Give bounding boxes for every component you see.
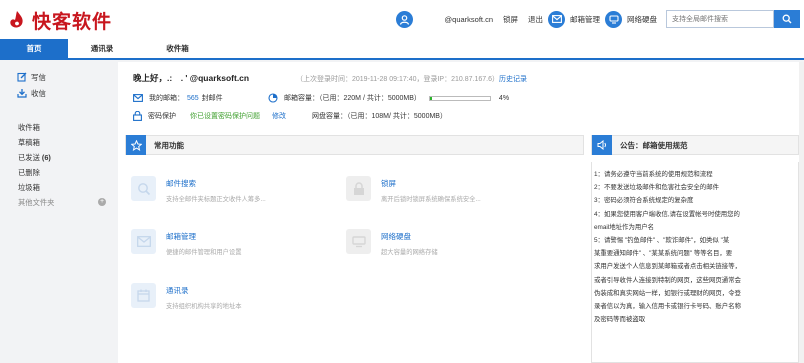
disk-label: 网盘容量：（已用：108M/ 共计：5000MB） <box>312 113 447 120</box>
logo-text: 快客软件 <box>32 10 113 33</box>
tab-contacts[interactable]: 通讯录 <box>68 39 136 58</box>
logout-link[interactable]: 退出 <box>528 14 543 25</box>
notice-body: 1：请务必遵守当前系统的使用规范和流程 2：不要发送垃圾邮件和危害社会安全的邮件… <box>591 162 799 363</box>
header: 快客软件 @quarksoft.cn 锁屏 退出 邮箱管理 网络硬盘 <box>0 0 804 39</box>
functions-header: 常用功能 <box>125 135 584 155</box>
lock-icon <box>346 176 371 201</box>
capacity-bar-fill <box>429 96 433 100</box>
sidebar: 写信 收信 收件箱 草稿箱 已发送 (6) 已删除 垃圾箱 其他文件夹 + <box>0 62 118 363</box>
receive-icon <box>17 89 27 98</box>
history-link[interactable]: 历史记录 <box>499 76 527 83</box>
func-contacts[interactable]: 通讯录支持组织机构共享的地址本 <box>131 283 242 310</box>
logo[interactable]: 快客软件 <box>6 8 113 33</box>
receive-label: 收信 <box>31 88 46 98</box>
netdisk-icon[interactable] <box>605 10 622 28</box>
func-desc: 超大容量的网络存储 <box>381 249 438 256</box>
notice-header: 公告：邮箱使用规范 <box>591 135 799 155</box>
notice-line: 录者信以为真，输入信用卡或银行卡号码、账户名称 <box>594 303 741 311</box>
func-netdisk[interactable]: 网络硬盘超大容量的网络存储 <box>346 229 438 256</box>
notice-line: 3：密码必须符合系统规定的复杂度 <box>594 197 694 205</box>
compose-icon <box>17 72 27 82</box>
mailbox-label: 我的邮箱： <box>149 95 184 102</box>
func-mail-admin[interactable]: 邮箱管理便捷的邮件管理和用户设置 <box>131 229 242 256</box>
disk-row: 网盘容量：（已用：108M/ 共计：5000MB） <box>312 111 447 121</box>
folder-spam[interactable]: 垃圾箱 <box>0 180 118 195</box>
user-icon[interactable] <box>395 10 413 28</box>
compose-button[interactable]: 写信 <box>0 69 118 85</box>
search-button[interactable] <box>774 10 800 28</box>
notice-line: 及密码等而被盗取 <box>594 316 646 324</box>
folder-sent-label: 已发送 <box>18 153 40 162</box>
mail-icon[interactable] <box>548 10 565 28</box>
pie-chart-icon <box>268 93 278 103</box>
star-icon <box>126 135 146 155</box>
capacity-row: 邮箱容量：（已用：220M / 共计：5000MB） 4% <box>268 93 509 103</box>
add-folder-icon[interactable]: + <box>98 198 106 206</box>
folder-sent[interactable]: 已发送 (6) <box>0 150 118 165</box>
password-modify-link[interactable]: 修改 <box>272 111 286 121</box>
folder-other-label: 其他文件夹 <box>18 198 55 207</box>
tab-inbox[interactable]: 收件箱 <box>136 39 219 58</box>
func-desc: 支持组织机构共享的地址本 <box>166 303 242 310</box>
notice-line: 5：请警惕 "钓鱼邮件" 、"欺诈邮件"，如类似 "某 <box>594 237 730 245</box>
capacity-label: 邮箱容量：（已用：220M / 共计：5000MB） <box>284 95 421 102</box>
notice-line: 求用户发送个人信息到某邮箱或者点击相关链接等， <box>594 263 741 271</box>
func-title: 锁屏 <box>381 179 396 188</box>
lock-link[interactable]: 锁屏 <box>503 14 518 25</box>
sent-count: (6) <box>41 153 51 162</box>
func-title: 邮箱管理 <box>166 232 196 241</box>
password-row: 密码保护 你已设置密码保护问题 修改 <box>133 111 286 121</box>
func-title: 网络硬盘 <box>381 232 411 241</box>
password-label: 密码保护 <box>148 113 176 120</box>
folder-inbox[interactable]: 收件箱 <box>0 120 118 135</box>
calendar-icon <box>131 283 156 308</box>
receive-button[interactable]: 收信 <box>0 85 118 101</box>
logo-mark-icon <box>6 9 28 31</box>
last-login-text: （上次登录时间：2019-11-28 09:17:40，登录IP：210.87.… <box>296 76 499 83</box>
last-login: （上次登录时间：2019-11-28 09:17:40，登录IP：210.87.… <box>296 74 527 84</box>
notice-title: 公告：邮箱使用规范 <box>620 140 688 150</box>
func-desc: 便捷的邮件管理和用户设置 <box>166 249 242 256</box>
func-title: 邮件搜索 <box>166 179 196 188</box>
main-content: 晚上好，.: . ' @quarksoft.cn （上次登录时间：2019-11… <box>118 62 804 363</box>
func-mail-search[interactable]: 邮件搜索支持全邮件夹标题正文收件人筹多... <box>131 176 266 203</box>
search-input[interactable] <box>666 10 774 28</box>
folder-other[interactable]: 其他文件夹 + <box>0 195 118 210</box>
search-icon <box>131 176 156 201</box>
folder-drafts[interactable]: 草稿箱 <box>0 135 118 150</box>
notice-line: 2：不要发送垃圾邮件和危害社会安全的邮件 <box>594 184 719 192</box>
capacity-bar <box>428 95 491 101</box>
netdisk-link[interactable]: 网络硬盘 <box>627 14 657 25</box>
func-title: 通讯录 <box>166 286 189 295</box>
user-email: @quarksoft.cn <box>444 14 493 24</box>
search-icon <box>782 14 792 24</box>
mailbox-unit: 封邮件 <box>201 95 223 102</box>
tab-home[interactable]: 首页 <box>0 39 68 58</box>
capacity-percent: 4% <box>498 94 510 102</box>
func-lock-screen[interactable]: 锁屏离开后锁时锁屏系统确保系统安全... <box>346 176 481 203</box>
tab-bar: 首页 通讯录 收件箱 <box>0 39 804 60</box>
notice-line: email地址作为用户名 <box>594 223 655 231</box>
functions-title: 常用功能 <box>154 140 184 150</box>
mail-admin-link[interactable]: 邮箱管理 <box>570 14 600 25</box>
mailbox-row: 我的邮箱： 565 封邮件 <box>133 93 223 103</box>
notice-line: 某重要通知邮件" 、"某某系统问题" 等等名目，要 <box>594 250 733 258</box>
mail-icon <box>131 229 156 254</box>
notice-line: 1：请务必遵守当前系统的使用规范和流程 <box>594 171 713 178</box>
mailbox-icon <box>133 94 143 102</box>
notice-line: 或者引导收件人连接到特制的网页，这些网页通常会 <box>594 276 741 284</box>
lock-icon <box>133 111 142 121</box>
mailbox-count[interactable]: 565 <box>187 95 199 102</box>
func-desc: 离开后锁时锁屏系统确保系统安全... <box>381 196 481 203</box>
scrollbar[interactable] <box>799 62 804 363</box>
password-status: 你已设置密码保护问题 <box>190 113 260 120</box>
netdisk-icon <box>346 229 371 254</box>
folder-deleted[interactable]: 已删除 <box>0 165 118 180</box>
func-desc: 支持全邮件夹标题正文收件人筹多... <box>166 196 266 203</box>
compose-label: 写信 <box>31 72 46 82</box>
greeting: 晚上好，.: . ' @quarksoft.cn <box>133 73 250 83</box>
speaker-icon <box>592 135 612 155</box>
notice-line: 伪装成和真实网站一样，如银行或理财的网页，令登 <box>594 289 741 297</box>
notice-line: 4：如果您使用客户端收信,请在设置帐号时使用您的 <box>594 210 740 218</box>
